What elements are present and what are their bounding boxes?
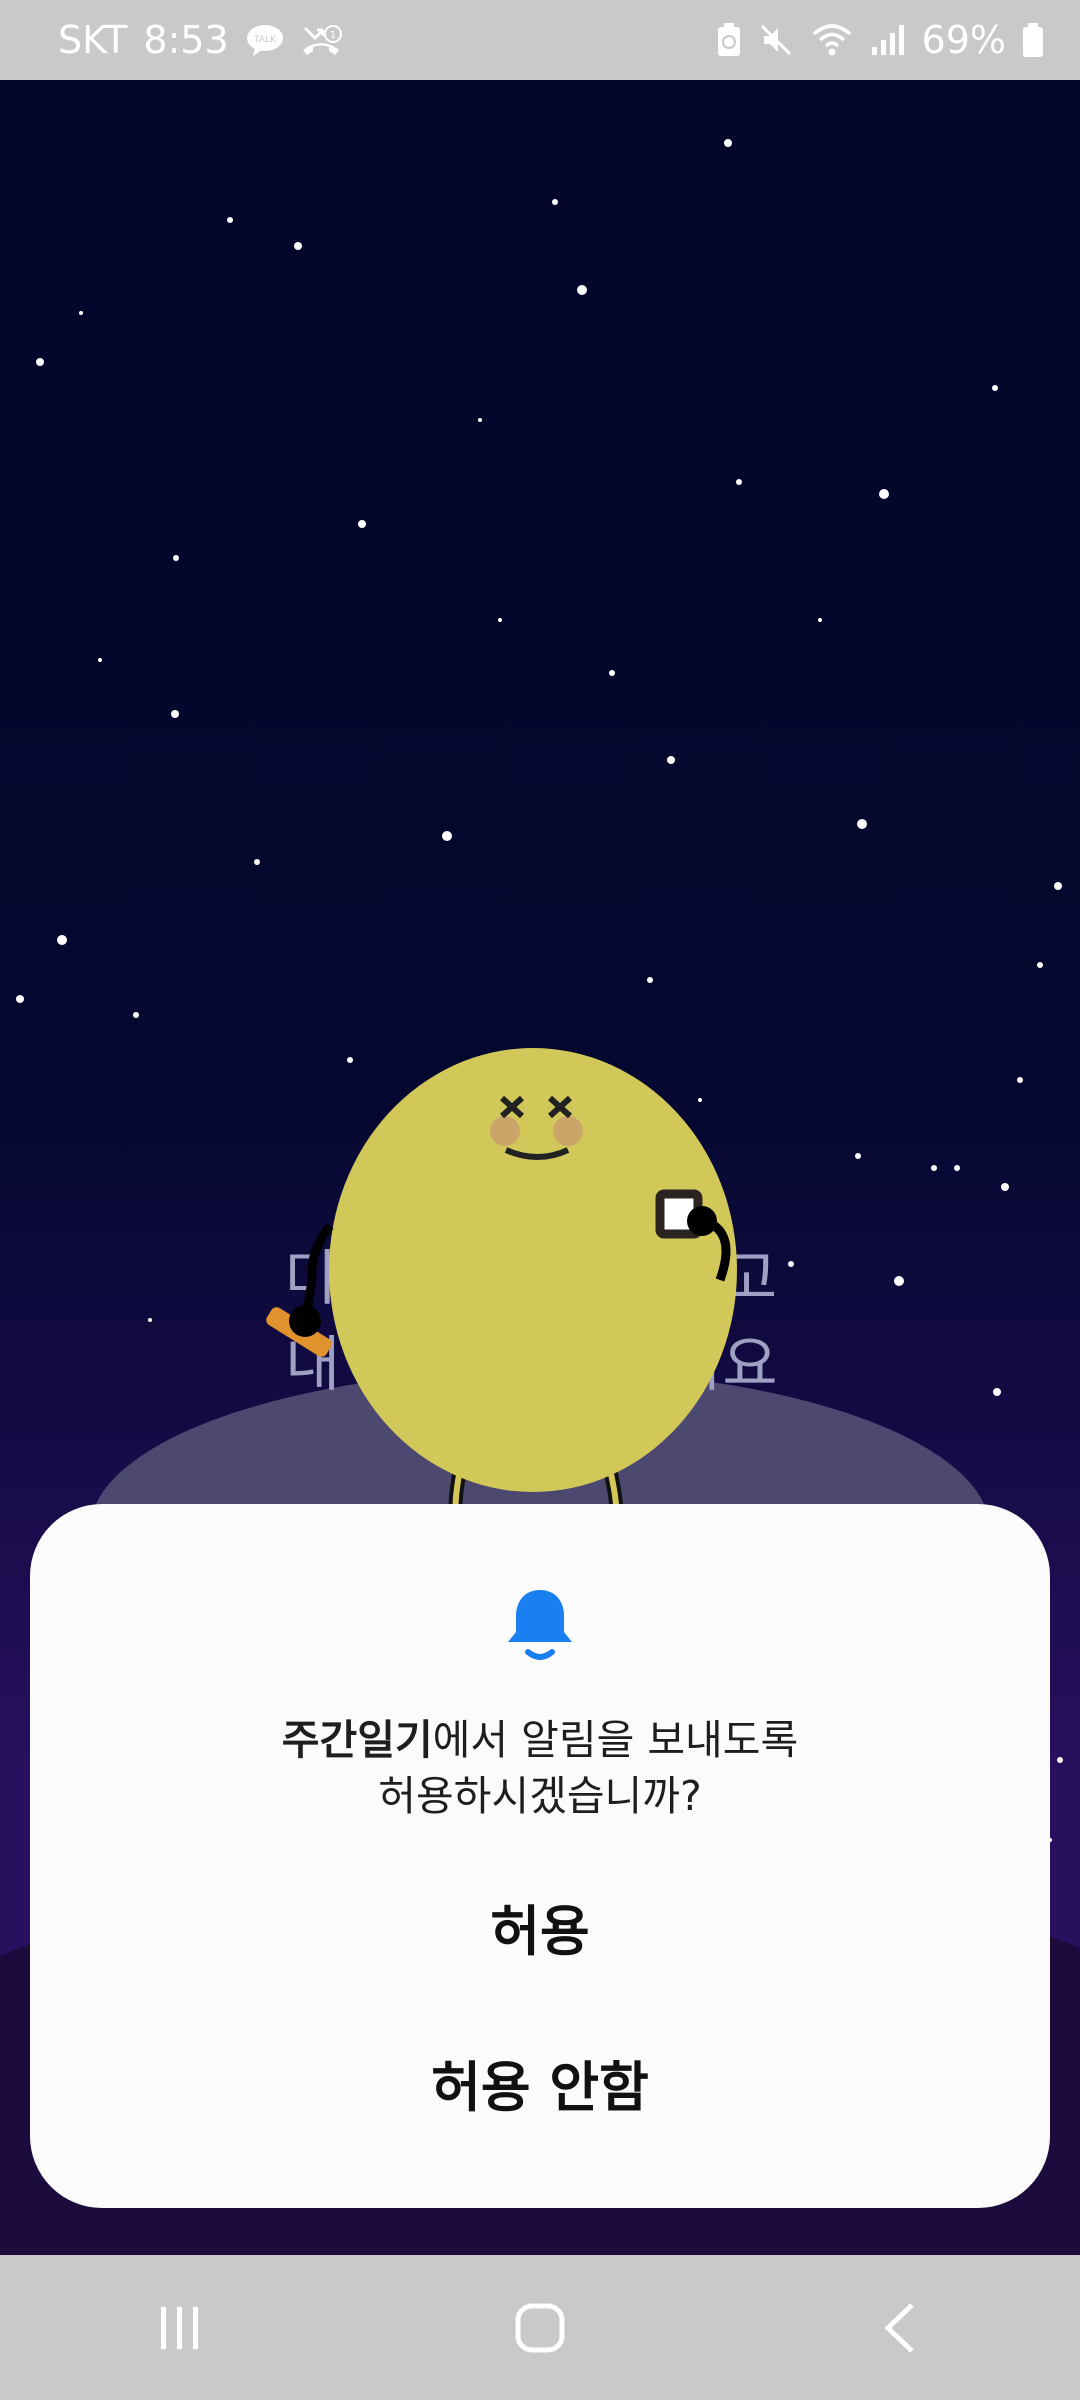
app-name: 주간일기 (281, 1716, 433, 1764)
permission-message: 주간일기에서 알림을 보내도록 허용하시겠습니까? (30, 1712, 1050, 1824)
missed-call-icon: 1 (301, 22, 343, 58)
deny-button[interactable]: 허용 안함 (90, 2022, 990, 2142)
navigation-bar (0, 2255, 1080, 2400)
battery-percent: 69% (921, 18, 1006, 62)
back-icon[interactable] (820, 2278, 980, 2378)
clock: 8:53 (143, 18, 229, 62)
signal-icon (870, 23, 906, 57)
recent-apps-icon[interactable] (100, 2278, 260, 2378)
battery-saver-icon (716, 22, 742, 58)
carrier-label: SKT (58, 18, 128, 62)
bell-icon (508, 1590, 572, 1660)
battery-icon (1022, 22, 1044, 58)
notification-permission-dialog: 주간일기에서 알림을 보내도록 허용하시겠습니까? 허용 허용 안함 (30, 1504, 1050, 2208)
home-icon[interactable] (460, 2278, 620, 2378)
message-text: 에서 알림을 보내도록 (432, 1716, 799, 1764)
svg-text:TALK: TALK (253, 35, 277, 45)
talk-icon: TALK (245, 23, 285, 57)
status-bar: SKT 8:53 TALK 1 69% (0, 0, 1080, 80)
mute-icon (758, 22, 794, 58)
svg-text:1: 1 (329, 30, 335, 41)
allow-button[interactable]: 허용 (90, 1866, 990, 1986)
wifi-icon (810, 22, 854, 58)
message-line2: 허용하시겠습니까? (378, 1772, 702, 1820)
